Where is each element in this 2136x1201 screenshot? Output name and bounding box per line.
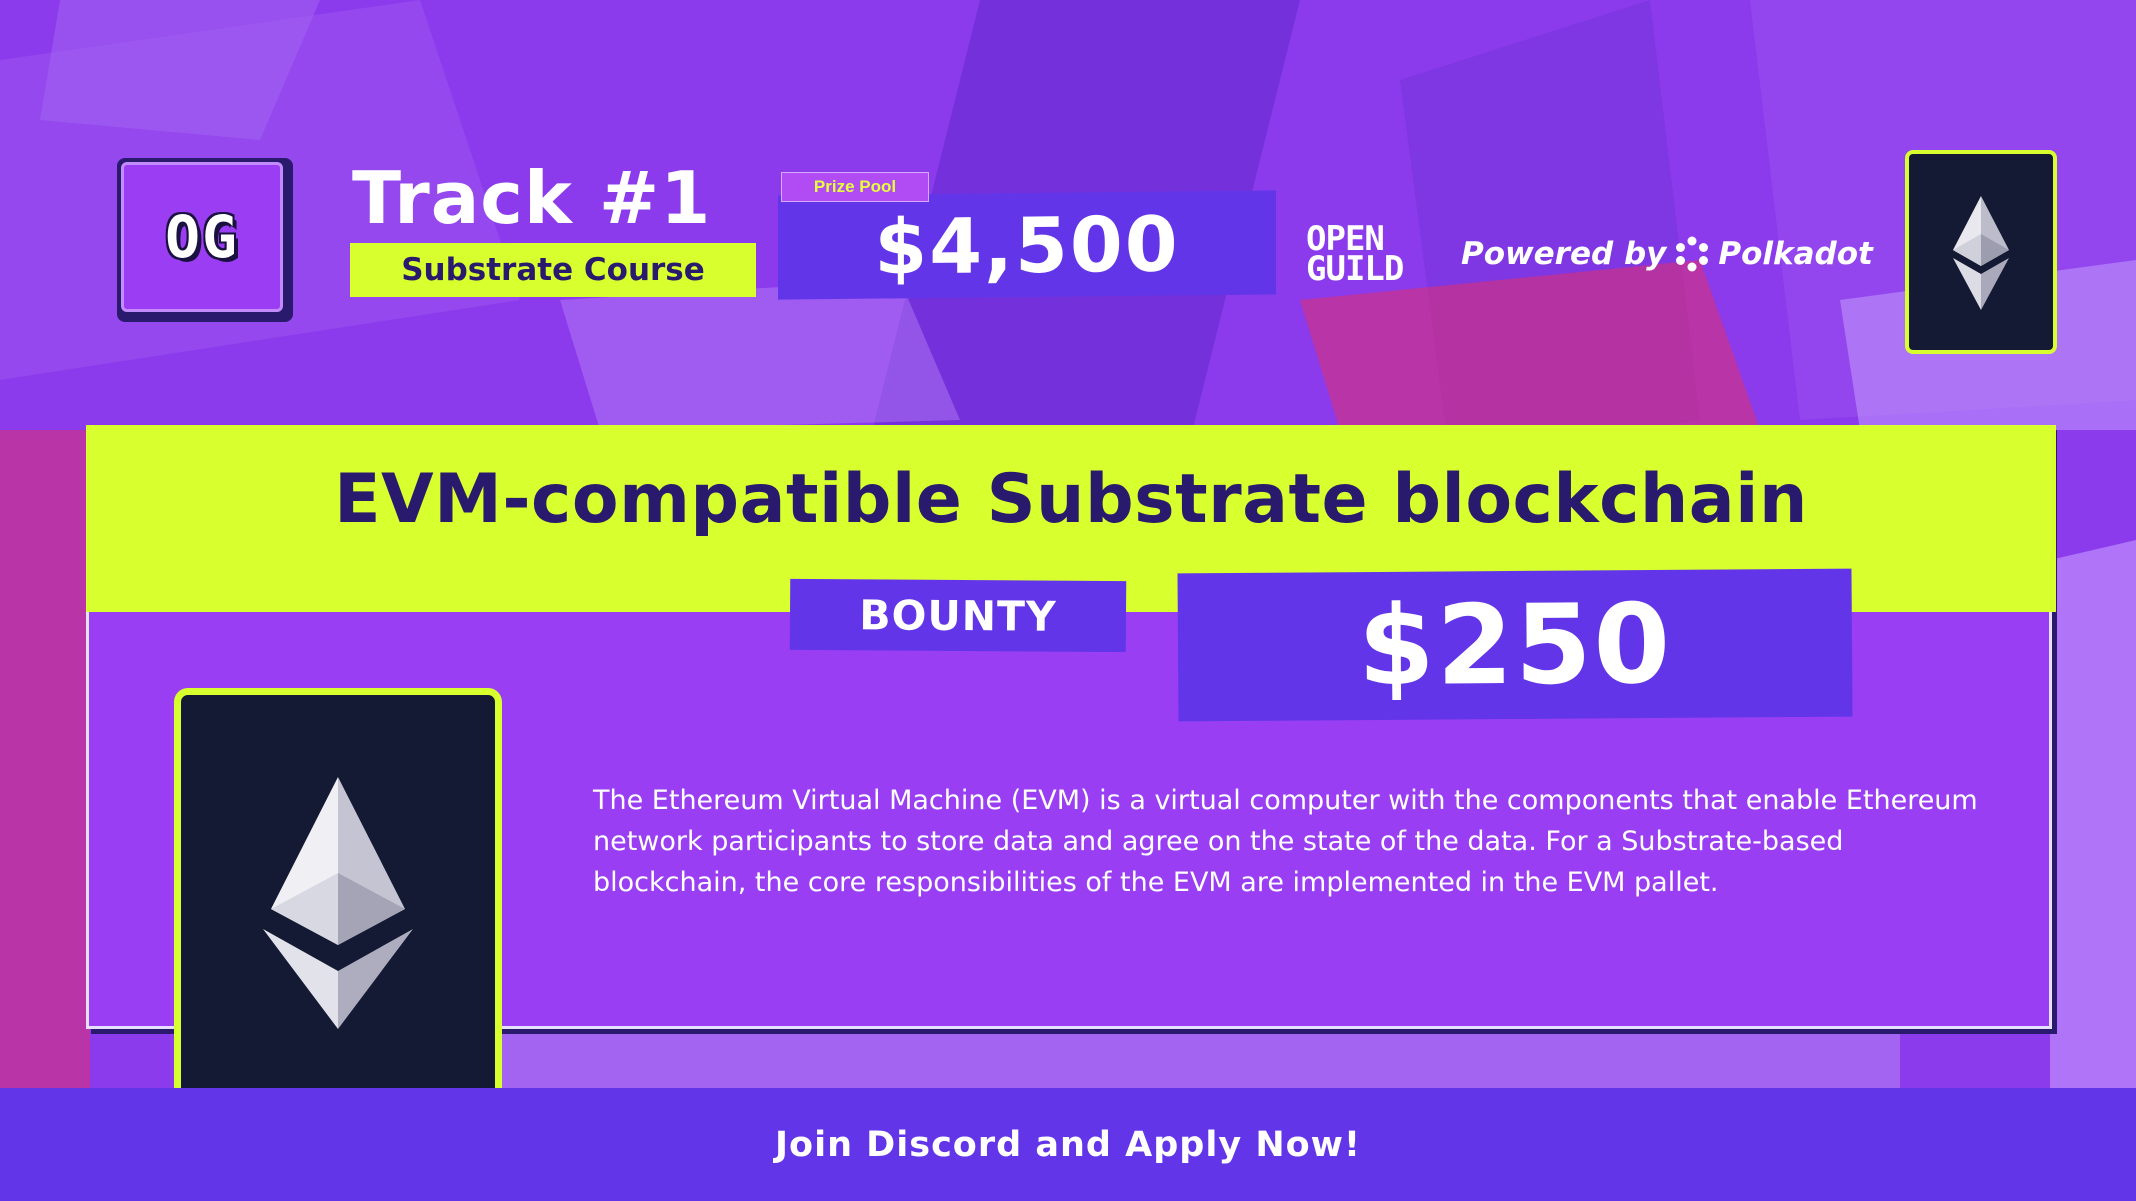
openguild-logo: OPEN GUILD <box>1306 222 1436 289</box>
bounty-amount: $250 <box>1357 579 1673 711</box>
ethereum-icon <box>1953 196 2009 310</box>
course-tag: Substrate Course <box>350 243 756 297</box>
powered-by-brand: Polkadot <box>1718 236 1873 272</box>
track-title: Track #1 <box>352 156 712 240</box>
prize-pool-label: Prize Pool <box>781 172 929 202</box>
bounty-label: BOUNTY <box>859 590 1057 641</box>
bounty-tag: BOUNTY <box>789 578 1127 653</box>
footer-cta-text[interactable]: Join Discord and Apply Now! <box>775 1125 1361 1165</box>
bounty-description: The Ethereum Virtual Machine (EVM) is a … <box>593 785 1978 898</box>
powered-by-label: Powered by <box>1461 236 1667 272</box>
polkadot-icon <box>1676 236 1709 272</box>
bounty-headline: EVM-compatible Substrate blockchain <box>334 460 1808 539</box>
footer-cta-bar[interactable]: Join Discord and Apply Now! <box>0 1088 2136 1201</box>
og-logo-text: OG <box>165 203 239 271</box>
powered-by: Powered by Polkadot <box>1461 236 1873 272</box>
ethereum-card-large <box>174 688 502 1120</box>
ethereum-icon <box>263 777 413 1029</box>
og-logo: OG <box>117 158 293 322</box>
og-logo-face: OG <box>121 162 283 312</box>
openguild-line2: GUILD <box>1306 249 1404 289</box>
bounty-amount-box: $250 <box>1177 568 1853 722</box>
prize-pool-box: $4,500 <box>778 190 1276 300</box>
ethereum-card-small <box>1905 150 2057 354</box>
prize-pool-amount: $4,500 <box>874 198 1180 292</box>
